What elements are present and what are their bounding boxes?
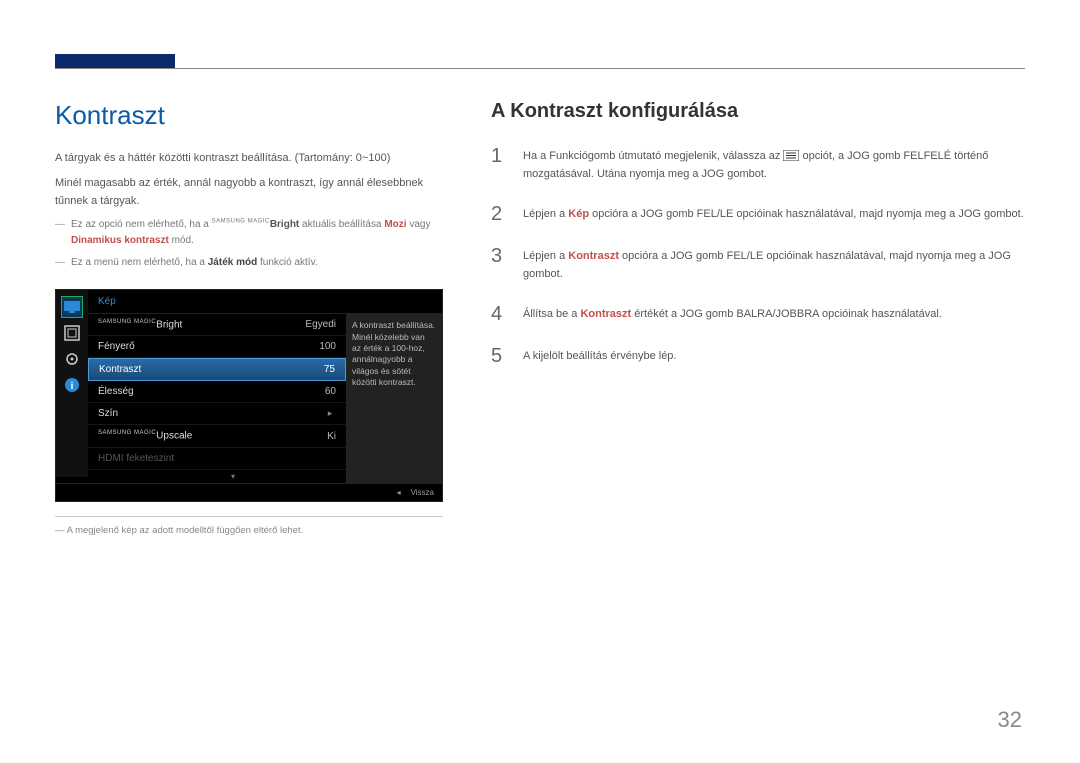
step-5: 5 A kijelölt beállítás érvénybe lép. — [491, 345, 1025, 367]
step-1: 1 Ha a Funkciógomb útmutató megjelenik, … — [491, 145, 1025, 183]
kontraszt-keyword: Kontraszt — [568, 250, 619, 262]
step-number: 3 — [491, 245, 509, 283]
intro-paragraph-1: A tárgyak és a háttér közötti kontraszt … — [55, 149, 443, 168]
osd-body: SAMSUNG MAGICBright Egyedi Fényerő 100 K… — [88, 314, 442, 483]
osd-row-upscale[interactable]: SAMSUNG MAGICUpscale Ki — [88, 425, 346, 447]
osd-screenshot: i Kép SAMSUNG MAGICBright Egyedi Fényerő… — [55, 289, 443, 502]
osd-sidebar: i — [56, 290, 88, 477]
step-text: Lépjen a — [523, 250, 568, 262]
intro-paragraph-2: Minél magasabb az érték, annál nagyobb a… — [55, 174, 443, 211]
note-1-or: vagy — [407, 219, 431, 230]
footnote-text: A megjelenő kép az adott modelltől függő… — [67, 525, 304, 536]
triangle-left-icon: ◂ — [397, 488, 401, 497]
samsung-magic-prefix: SAMSUNG MAGIC — [98, 430, 156, 436]
step-body: Ha a Funkciógomb útmutató megjelenik, vá… — [523, 145, 1025, 183]
osd-row-value: 60 — [286, 386, 336, 397]
step-body: Lépjen a Kontraszt opcióra a JOG gomb FE… — [523, 245, 1025, 283]
step-body: Lépjen a Kép opcióra a JOG gomb FEL/LE o… — [523, 203, 1024, 225]
section-title: Kontraszt — [55, 100, 443, 131]
upscale-suffix: Upscale — [156, 431, 192, 442]
osd-footer: ◂ Vissza — [56, 483, 442, 501]
step-text: opcióra a JOG gomb FEL/LE opcióinak hasz… — [589, 208, 1024, 220]
step-text: értékét a JOG gomb BALRA/JOBBRA opcióina… — [631, 308, 942, 320]
left-column: Kontraszt A tárgyak és a háttér közötti … — [55, 100, 443, 723]
monitor-icon[interactable] — [61, 296, 83, 318]
step-3: 3 Lépjen a Kontraszt opcióra a JOG gomb … — [491, 245, 1025, 283]
note-1-pre: Ez az opció nem elérhető, ha a — [71, 219, 212, 230]
step-number: 4 — [491, 303, 509, 325]
step-text: Lépjen a — [523, 208, 568, 220]
footnote: ― A megjelenő kép az adott modelltől füg… — [55, 525, 443, 536]
right-column: A Kontraszt konfigurálása 1 Ha a Funkció… — [491, 100, 1025, 723]
gear-icon[interactable] — [61, 348, 83, 370]
kep-keyword: Kép — [568, 208, 589, 220]
note-1-mid: aktuális beállítása — [299, 219, 384, 230]
step-2: 2 Lépjen a Kép opcióra a JOG gomb FEL/LE… — [491, 203, 1025, 225]
step-number: 5 — [491, 345, 509, 367]
osd-row-label: SAMSUNG MAGICUpscale — [98, 430, 286, 441]
step-body: Állítsa be a Kontraszt értékét a JOG gom… — [523, 303, 942, 325]
chevron-right-icon: ▸ — [324, 408, 336, 419]
step-text: Ha a Funkciógomb útmutató megjelenik, vá… — [523, 150, 783, 162]
menu-icon — [783, 150, 799, 161]
osd-row-kontraszt[interactable]: Kontraszt 75 — [88, 358, 346, 381]
steps-list: 1 Ha a Funkciógomb útmutató megjelenik, … — [491, 145, 1025, 367]
osd-row-label: Élesség — [98, 386, 286, 397]
page-number: 32 — [998, 707, 1022, 733]
info-icon[interactable]: i — [61, 374, 83, 396]
svg-text:i: i — [71, 381, 74, 392]
osd-row-value: Egyedi — [286, 319, 336, 330]
samsung-magic-prefix: SAMSUNG MAGIC — [98, 319, 156, 325]
osd-row-value: 100 — [286, 341, 336, 352]
osd-row-label: Kontraszt — [99, 364, 285, 375]
header-accent-bar — [55, 54, 175, 68]
scroll-down-indicator: ▾ — [120, 470, 346, 483]
osd-row-value: 75 — [285, 364, 335, 375]
back-label[interactable]: Vissza — [411, 488, 434, 497]
osd-row-label: Fényerő — [98, 341, 286, 352]
osd-row-magicbright[interactable]: SAMSUNG MAGICBright Egyedi — [88, 314, 346, 336]
osd-row-fenyero[interactable]: Fényerő 100 — [88, 336, 346, 358]
note-2: Ez a menü nem elérhető, ha a Játék mód f… — [55, 255, 443, 271]
jatek-mod-keyword: Játék mód — [208, 257, 257, 268]
dinamikus-kontraszt-keyword: Dinamikus kontraszt — [71, 235, 169, 246]
bright-label: Bright — [270, 219, 299, 230]
page-content: Kontraszt A tárgyak és a háttér közötti … — [55, 100, 1025, 723]
osd-menu-list: SAMSUNG MAGICBright Egyedi Fényerő 100 K… — [88, 314, 346, 483]
header-rule — [55, 68, 1025, 69]
osd-row-label: SAMSUNG MAGICBright — [98, 319, 286, 330]
osd-description-panel: A kontraszt beállítása. Minél közelebb v… — [346, 314, 442, 483]
note-1-end: mód. — [169, 235, 194, 246]
osd-row-szin[interactable]: Szín ▸ — [88, 403, 346, 425]
step-text: Állítsa be a — [523, 308, 580, 320]
osd-header: Kép — [88, 290, 442, 314]
step-number: 2 — [491, 203, 509, 225]
footnote-divider — [55, 516, 443, 517]
mozi-keyword: Mozi — [384, 219, 406, 230]
step-4: 4 Állítsa be a Kontraszt értékét a JOG g… — [491, 303, 1025, 325]
step-body: A kijelölt beállítás érvénybe lép. — [523, 345, 676, 367]
osd-row-hdmi: HDMI feketeszint — [88, 448, 346, 470]
step-number: 1 — [491, 145, 509, 183]
note-2-pre: Ez a menü nem elérhető, ha a — [71, 257, 208, 268]
config-title: A Kontraszt konfigurálása — [491, 100, 1025, 123]
frame-icon[interactable] — [61, 322, 83, 344]
osd-row-value: Ki — [286, 431, 336, 442]
bright-suffix: Bright — [156, 319, 182, 330]
samsung-magic-prefix: SAMSUNG MAGIC — [212, 219, 270, 225]
note-1: Ez az opció nem elérhető, ha a SAMSUNG M… — [55, 217, 443, 249]
osd-row-label: HDMI feketeszint — [98, 453, 286, 464]
note-2-end: funkció aktív. — [257, 257, 317, 268]
osd-row-elesseg[interactable]: Élesség 60 — [88, 381, 346, 403]
kontraszt-keyword: Kontraszt — [580, 308, 631, 320]
osd-row-label: Szín — [98, 408, 324, 419]
